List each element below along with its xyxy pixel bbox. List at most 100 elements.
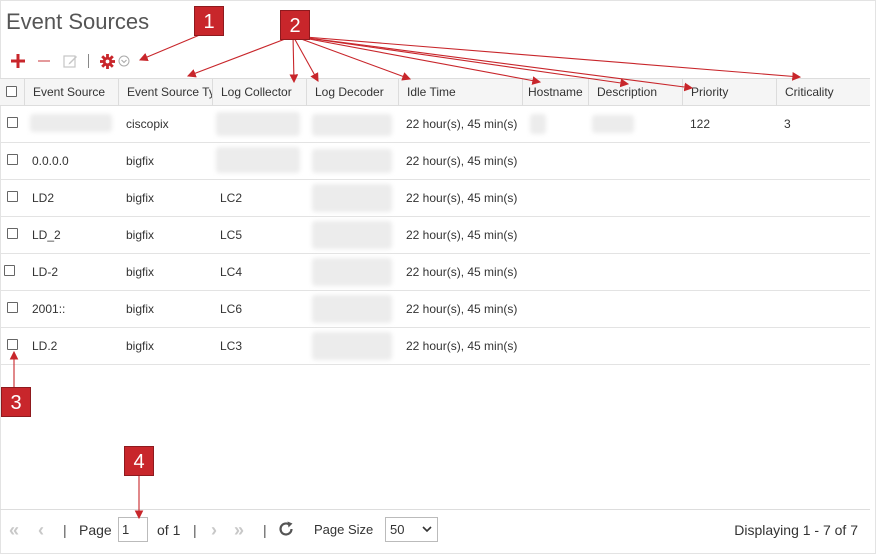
cell-event-source-type: bigfix — [126, 339, 155, 353]
column-header-event-source[interactable]: Event Source — [24, 79, 118, 106]
column-header-event-source-type[interactable]: Event Source Ty — [118, 79, 212, 106]
pagination-bar: « ‹ | Page 1 of 1 | › » | Page Size 50 D… — [0, 509, 870, 549]
page-label: Page — [79, 522, 112, 538]
column-header-priority[interactable]: Priority — [682, 79, 776, 106]
displaying-count: Displaying 1 - 7 of 7 — [734, 522, 858, 538]
cell-idle-time: 22 hour(s), 45 min(s) — [406, 191, 518, 205]
last-page-button[interactable]: » — [234, 510, 244, 550]
cell-idle-time: 22 hour(s), 45 min(s) — [406, 265, 518, 279]
cell-event-source-type: ciscopix — [126, 117, 169, 131]
row-checkbox[interactable] — [7, 117, 18, 128]
chevron-down-icon — [422, 518, 432, 549]
table-row[interactable]: LD_2 bigfix LC5 22 hour(s), 45 min(s) — [0, 217, 870, 254]
cell-log-collector: LC2 — [220, 191, 243, 205]
page-size-value: 50 — [390, 522, 405, 537]
cell-event-source-type: bigfix — [126, 228, 155, 242]
cell-event-source: 2001:: — [32, 302, 66, 316]
redacted-log-decoder — [312, 332, 392, 360]
column-header-log-collector[interactable]: Log Collector — [212, 79, 306, 106]
redacted-hostname — [530, 114, 546, 134]
cell-event-source-type: bigfix — [126, 154, 155, 168]
cell-event-source: LD-2 — [32, 265, 59, 279]
refresh-icon — [279, 521, 293, 536]
cell-idle-time: 22 hour(s), 45 min(s) — [406, 228, 518, 242]
add-icon — [11, 54, 25, 68]
column-header-hostname[interactable]: Hostname — [522, 79, 588, 106]
cell-event-source-type: bigfix — [126, 302, 155, 316]
row-checkbox[interactable] — [7, 154, 18, 165]
edit-icon — [62, 54, 77, 68]
add-button[interactable] — [8, 51, 28, 71]
row-checkbox[interactable] — [4, 265, 15, 276]
pager-divider: | — [193, 522, 197, 538]
cell-event-source-type: bigfix — [126, 191, 155, 205]
refresh-button[interactable] — [277, 520, 295, 540]
page-number-input[interactable]: 1 — [118, 517, 148, 542]
settings-menu-button[interactable] — [117, 51, 131, 71]
table-row[interactable]: LD2 bigfix LC2 22 hour(s), 45 min(s) — [0, 180, 870, 217]
redacted-log-decoder — [312, 149, 392, 173]
cell-event-source: LD.2 — [32, 339, 58, 353]
table-header: Event Source Event Source Ty Log Collect… — [0, 78, 870, 106]
redacted-log-decoder — [312, 221, 392, 249]
cell-event-source: LD2 — [32, 191, 55, 205]
pager-divider: | — [263, 522, 267, 538]
page-size-select[interactable]: 50 — [385, 517, 438, 542]
prev-page-button[interactable]: ‹ — [38, 510, 44, 550]
cell-event-source: LD_2 — [32, 228, 61, 242]
settings-button[interactable] — [97, 51, 117, 71]
toolbar — [8, 50, 137, 72]
redacted-event-source — [30, 114, 112, 132]
edit-button[interactable] — [60, 51, 80, 71]
table-row[interactable]: 0.0.0.0 bigfix 22 hour(s), 45 min(s) — [0, 143, 870, 180]
remove-icon — [38, 60, 50, 62]
page-size-label: Page Size — [314, 522, 374, 537]
cell-event-source: 0.0.0.0 — [32, 154, 69, 168]
cell-event-source-type: bigfix — [126, 265, 155, 279]
remove-button[interactable] — [34, 51, 54, 71]
annotation-callout-2: 2 — [280, 10, 310, 40]
cell-idle-time: 22 hour(s), 45 min(s) — [406, 117, 518, 131]
page-count-label: of 1 — [157, 522, 181, 538]
first-page-button[interactable]: « — [9, 510, 19, 550]
annotation-callout-1: 1 — [194, 6, 224, 36]
cell-priority: 122 — [690, 117, 711, 131]
redacted-log-collector — [216, 147, 300, 173]
select-all-checkbox[interactable] — [6, 86, 17, 97]
column-header-log-decoder[interactable]: Log Decoder — [306, 79, 398, 106]
next-page-button[interactable]: › — [211, 510, 217, 550]
redacted-description — [592, 115, 634, 133]
row-checkbox[interactable] — [7, 302, 18, 313]
redacted-log-decoder — [312, 295, 392, 323]
select-all-column — [0, 79, 24, 106]
page-title: Event Sources — [6, 9, 150, 34]
cell-log-collector: LC4 — [220, 265, 243, 279]
cell-log-collector: LC5 — [220, 228, 243, 242]
cell-log-collector: LC3 — [220, 339, 243, 353]
chevron-down-icon — [118, 55, 130, 67]
column-header-idle-time[interactable]: Idle Time — [398, 79, 522, 106]
cell-idle-time: 22 hour(s), 45 min(s) — [406, 339, 518, 353]
pager-divider: | — [63, 522, 67, 538]
cell-idle-time: 22 hour(s), 45 min(s) — [406, 154, 518, 168]
row-checkbox[interactable] — [7, 339, 18, 350]
row-checkbox[interactable] — [7, 228, 18, 239]
table-row[interactable]: ciscopix 22 hour(s), 45 min(s) 122 3 — [0, 106, 870, 143]
redacted-log-decoder — [312, 184, 392, 212]
cell-log-collector: LC6 — [220, 302, 243, 316]
annotation-callout-4: 4 — [124, 446, 154, 476]
toolbar-divider — [88, 54, 89, 68]
table-row[interactable]: LD-2 bigfix LC4 22 hour(s), 45 min(s) — [0, 254, 870, 291]
column-header-description[interactable]: Description — [588, 79, 682, 106]
annotation-callout-3: 3 — [1, 387, 31, 417]
redacted-log-collector — [216, 112, 300, 136]
redacted-log-decoder — [312, 114, 392, 136]
cell-idle-time: 22 hour(s), 45 min(s) — [406, 302, 518, 316]
redacted-log-decoder — [312, 258, 392, 286]
gear-icon — [99, 53, 115, 69]
table-row[interactable]: 2001:: bigfix LC6 22 hour(s), 45 min(s) — [0, 291, 870, 328]
table-row[interactable]: LD.2 bigfix LC3 22 hour(s), 45 min(s) — [0, 328, 870, 365]
cell-criticality: 3 — [784, 117, 791, 131]
column-header-criticality[interactable]: Criticality — [776, 79, 870, 106]
row-checkbox[interactable] — [7, 191, 18, 202]
